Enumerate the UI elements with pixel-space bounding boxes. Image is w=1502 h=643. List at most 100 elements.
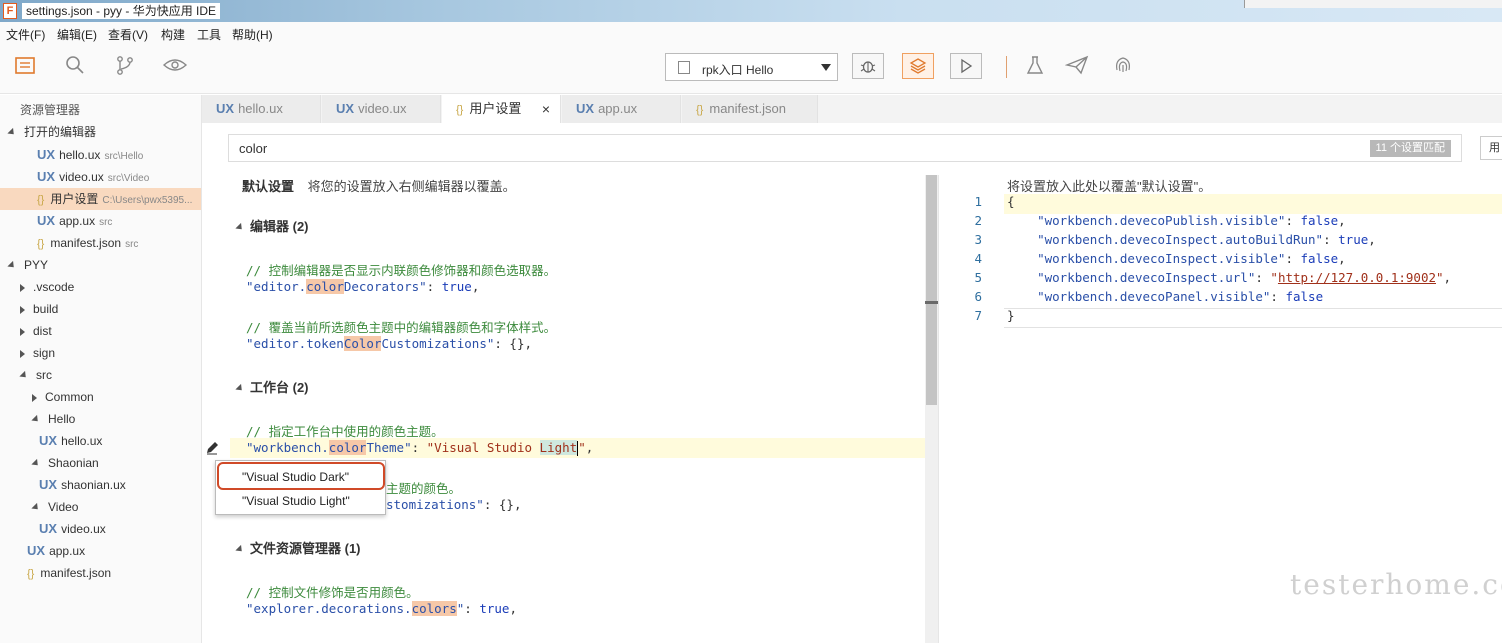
layers-button[interactable] (902, 53, 934, 79)
fingerprint-icon[interactable] (1110, 54, 1136, 80)
preview-eye-icon[interactable] (162, 54, 188, 80)
code-value: false (1300, 213, 1339, 228)
editor-scrollbar[interactable] (925, 175, 938, 643)
code-value: false (1285, 289, 1324, 304)
ux-file-icon: UX (37, 213, 56, 228)
file-video-ux[interactable]: UX video.ux (0, 518, 201, 540)
explorer-icon[interactable] (12, 54, 38, 80)
folder-vscode[interactable]: .vscode (0, 276, 201, 298)
send-icon[interactable] (1064, 54, 1090, 80)
title-bar: F settings.json - pyy - 华为快应用 IDE (0, 0, 1502, 22)
code-line[interactable]: "workbench.devecoInspect.visible": false… (1007, 251, 1346, 266)
editor-split-divider[interactable] (938, 175, 939, 643)
expand-icon (31, 503, 41, 513)
url-link[interactable]: http://127.0.0.1:9002 (1278, 270, 1436, 285)
search-icon[interactable] (62, 54, 88, 80)
code-line[interactable]: "editor.colorDecorators": true, (246, 279, 479, 294)
folder-src[interactable]: src (0, 364, 201, 386)
collapse-icon (20, 283, 25, 292)
source-control-icon[interactable] (112, 54, 138, 80)
project-root[interactable]: PYY (0, 254, 201, 276)
menu-build[interactable]: 构建 (161, 26, 185, 43)
open-editor-app[interactable]: UX app.ux src (0, 210, 201, 232)
ux-file-icon: UX (37, 169, 56, 184)
code-line[interactable]: "workbench.devecoInspect.url": "http://1… (1007, 270, 1451, 285)
file-path-hint: C:\Users\pwx5395... (102, 195, 193, 206)
expand-icon (19, 371, 29, 381)
file-path-hint: src (125, 239, 139, 250)
edit-pencil-icon[interactable] (204, 440, 220, 456)
code-line[interactable]: } (1007, 308, 1015, 323)
window-title: settings.json - pyy - 华为快应用 IDE (22, 3, 221, 19)
run-button[interactable] (950, 53, 982, 79)
json-file-icon: {} (37, 238, 45, 250)
folder-shaonian[interactable]: Shaonian (0, 452, 201, 474)
expand-icon (31, 459, 41, 469)
folder-common[interactable]: Common (0, 386, 201, 408)
tab-video-ux[interactable]: UX video.ux (322, 95, 441, 123)
open-editor-hello[interactable]: UX hello.ux src\Hello (0, 144, 201, 166)
header-title: 默认设置 (242, 179, 295, 194)
code-punct: , (471, 279, 480, 294)
code-line[interactable]: "workbench.devecoInspect.autoBuildRun": … (1007, 232, 1376, 247)
code-line[interactable]: "explorer.decorations.colors": true, (246, 601, 517, 616)
option-visual-studio-light[interactable]: "Visual Studio Light" (242, 490, 350, 512)
menu-file[interactable]: 文件(F) (6, 26, 45, 43)
open-editors-header[interactable]: 打开的编辑器 (0, 121, 201, 143)
code-line[interactable]: "workbench.devecoPanel.visible": false (1007, 289, 1323, 304)
debug-button[interactable] (852, 53, 884, 79)
menu-view[interactable]: 查看(V) (108, 26, 148, 43)
code-comment: // 指定工作台中使用的颜色主题。 (246, 424, 444, 439)
code-punct: : {}, (494, 336, 533, 351)
close-icon[interactable]: × (542, 95, 550, 123)
code-line[interactable]: "editor.tokenColorCustomizations": {}, (246, 336, 532, 351)
code-line[interactable]: { (1007, 194, 1015, 209)
tab-manifest-json[interactable]: {} manifest.json (682, 95, 818, 123)
file-shaonian-ux[interactable]: UX shaonian.ux (0, 474, 201, 496)
settings-search-input[interactable]: color 11 个设置匹配 (228, 134, 1462, 162)
menu-edit[interactable]: 编辑(E) (57, 26, 97, 43)
file-path-hint: src (99, 217, 113, 228)
folder-dist[interactable]: dist (0, 320, 201, 342)
code-value: true (1338, 232, 1369, 247)
section-file-explorer[interactable]: 文件资源管理器 (1) (235, 538, 361, 557)
flask-icon[interactable] (1022, 54, 1048, 80)
code-string: "Visual Studio (426, 440, 540, 455)
collapse-icon (20, 305, 25, 314)
scrollbar-thumb[interactable] (926, 175, 937, 405)
file-hello-ux[interactable]: UX hello.ux (0, 430, 201, 452)
file-app-ux[interactable]: UX app.ux (0, 540, 201, 562)
section-editor[interactable]: 编辑器 (2) (235, 216, 309, 235)
app-logo-icon: F (3, 3, 17, 19)
code-key: "workbench.devecoInspect.visible" (1037, 251, 1286, 266)
tab-label: video.ux (358, 101, 407, 116)
menu-tools[interactable]: 工具 (197, 26, 221, 43)
ux-file-icon: UX (576, 101, 595, 116)
menu-help[interactable]: 帮助(H) (232, 26, 273, 43)
section-workbench[interactable]: 工作台 (2) (235, 377, 309, 396)
code-key: Decorators" (343, 279, 427, 294)
code-line-active[interactable]: "workbench.colorTheme": "Visual Studio L… (246, 440, 593, 456)
page-icon (678, 61, 690, 74)
tab-user-settings[interactable]: {} 用户设置 × (442, 95, 561, 123)
open-editor-manifest[interactable]: {} manifest.json src (0, 232, 201, 254)
toggle-button[interactable]: 用 (1480, 136, 1502, 160)
folder-video[interactable]: Video (0, 496, 201, 518)
folder-name: Common (45, 390, 94, 404)
code-line[interactable]: "workbench.devecoPublish.visible": false… (1007, 213, 1346, 228)
ux-file-icon: UX (27, 543, 46, 558)
open-editor-video[interactable]: UX video.ux src\Video (0, 166, 201, 188)
file-manifest-json[interactable]: {} manifest.json (0, 562, 201, 584)
open-editor-user-settings[interactable]: {} 用户设置 C:\Users\pwx5395... (0, 188, 201, 210)
window-controls[interactable] (1244, 0, 1502, 8)
match-count-badge: 11 个设置匹配 (1369, 140, 1451, 157)
folder-build[interactable]: build (0, 298, 201, 320)
folder-sign[interactable]: sign (0, 342, 201, 364)
code-line[interactable]: stomizations": {}, (386, 497, 521, 512)
code-comment: // 控制文件修饰是否用颜色。 (246, 585, 419, 600)
tab-app-ux[interactable]: UX app.ux (562, 95, 681, 123)
tab-hello-ux[interactable]: UX hello.ux (202, 95, 321, 123)
expand-icon (7, 261, 17, 271)
folder-hello[interactable]: Hello (0, 408, 201, 430)
run-target-select[interactable]: rpk入口 Hello (665, 53, 838, 81)
